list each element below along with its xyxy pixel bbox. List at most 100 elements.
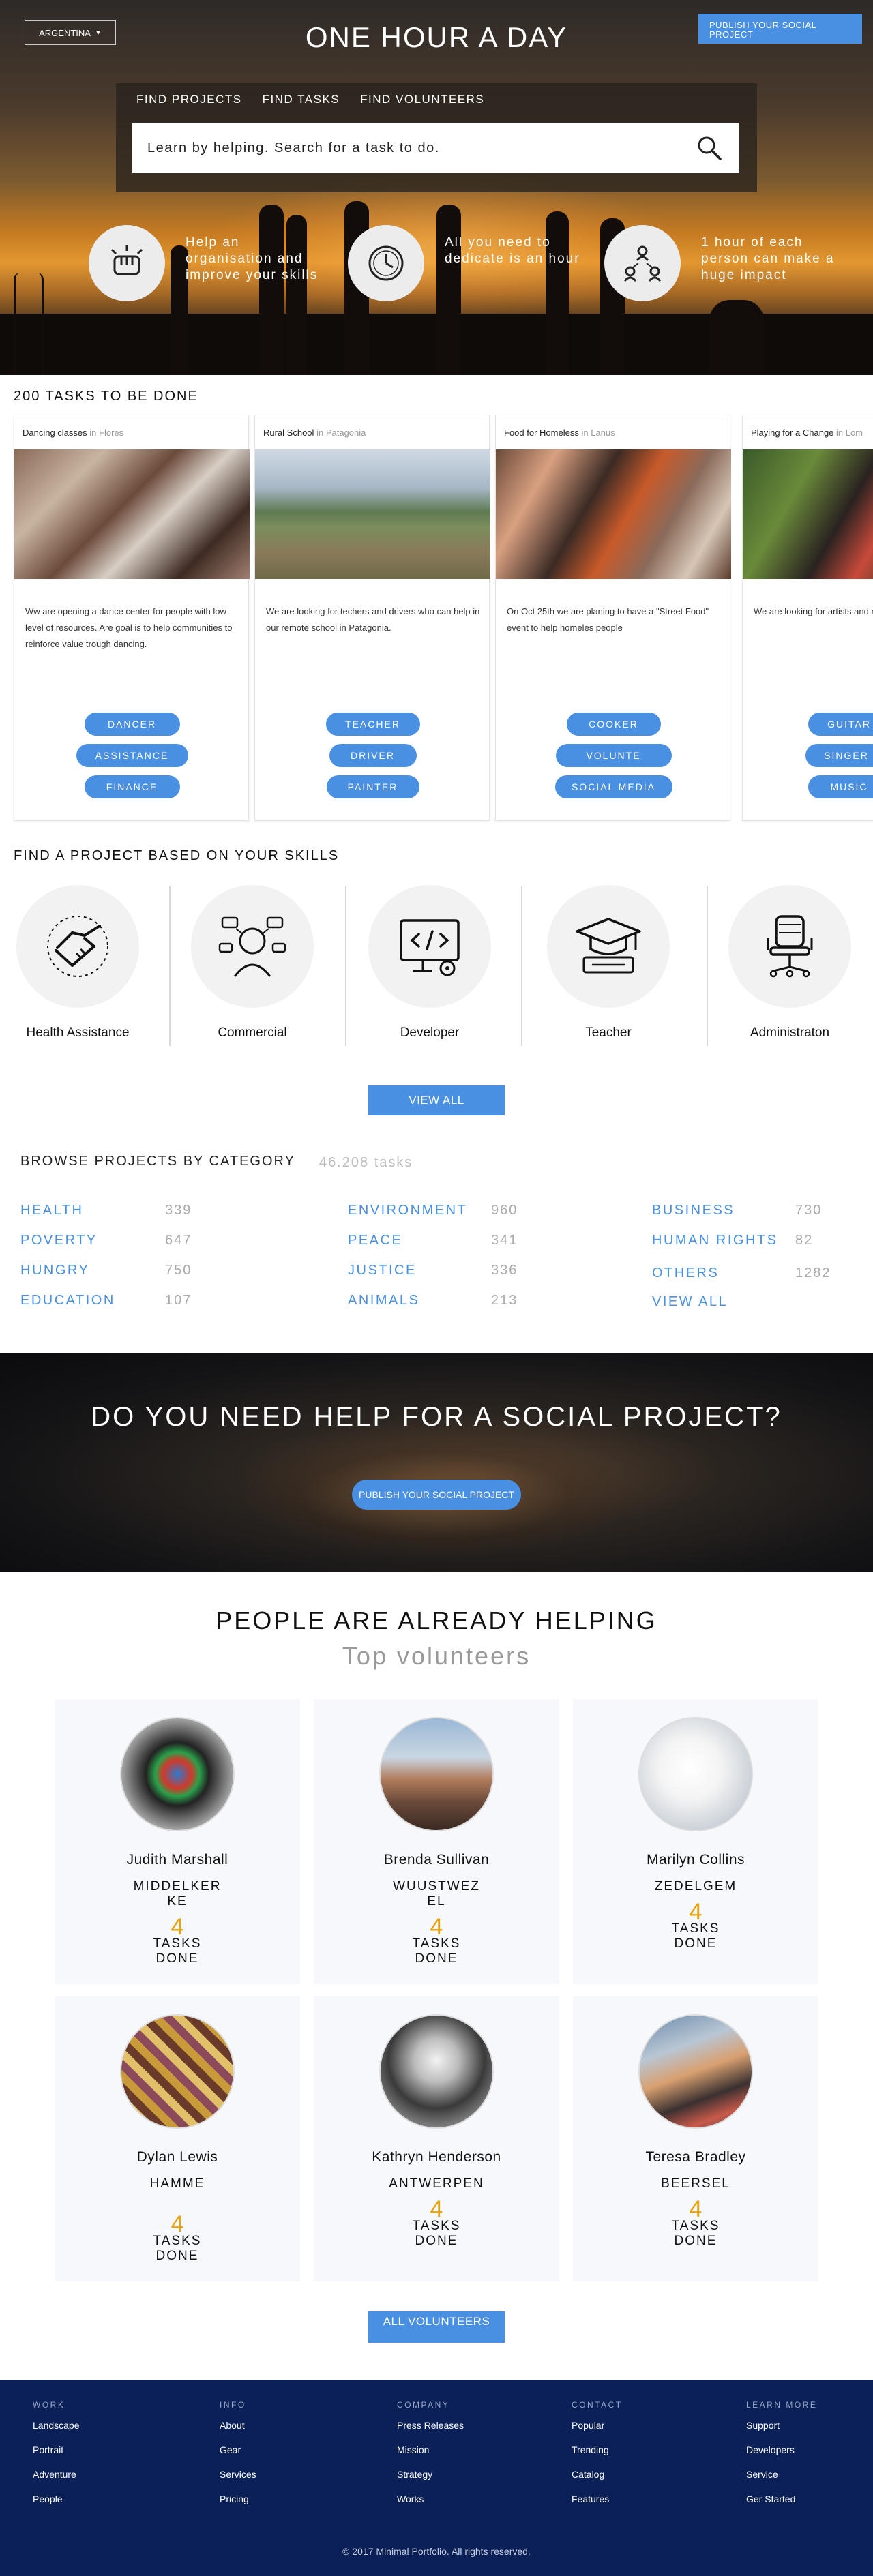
category-justice[interactable]: JUSTICE [348, 1263, 417, 1278]
footer-column-contact: CONTACT Popular Trending Catalog Feature… [572, 2400, 623, 2519]
skill-developer[interactable]: Developer [361, 885, 498, 1040]
publish-project-button[interactable]: PUBLISH YOUR SOCIAL PROJECT [698, 14, 862, 44]
task-tags: TEACHER DRIVER PAINTER [255, 713, 490, 798]
task-card[interactable]: Playing for a Change in Lom We are looki… [742, 415, 873, 821]
skill-teacher[interactable]: Teacher [540, 885, 677, 1040]
category-count: 1282 [795, 1265, 831, 1280]
site-title: ONE HOUR A DAY [305, 21, 568, 53]
footer-link[interactable]: Ger Started [746, 2494, 817, 2504]
divider [345, 886, 346, 1046]
volunteer-card[interactable]: Dylan Lewis HAMME 4 TASKS DONE [55, 1996, 300, 2281]
skill-tag[interactable]: VOLUNTE [555, 744, 672, 767]
footer-heading: WORK [33, 2400, 65, 2410]
skill-commercial[interactable]: Commercial [184, 885, 321, 1040]
footer-link[interactable]: Mission [397, 2445, 464, 2455]
search-button[interactable] [694, 133, 724, 163]
category-business[interactable]: BUSINESS [652, 1203, 735, 1218]
skill-tag[interactable]: DANCER [84, 713, 180, 736]
category-human-rights[interactable]: HUMAN RIGHTS [652, 1233, 778, 1248]
task-name: Dancing classes [23, 428, 87, 438]
footer-link[interactable]: Features [572, 2494, 623, 2504]
search-input[interactable] [147, 140, 694, 156]
publish-project-cta-button[interactable]: PUBLISH YOUR SOCIAL PROJECT [352, 1480, 521, 1510]
footer-link[interactable]: Adventure [33, 2470, 80, 2480]
skill-tag[interactable]: TEACHER [325, 713, 420, 736]
page: ARGENTINA ▼ ONE HOUR A DAY PUBLISH YOUR … [0, 0, 873, 2576]
tasks-done-label: TASKS DONE [153, 1936, 202, 1966]
skill-tag[interactable]: SINGER [805, 744, 873, 767]
volunteer-card[interactable]: Brenda Sullivan WUUSTWEZEL 4 TASKS DONE [314, 1699, 559, 1984]
handshake-fist-icon [89, 225, 165, 301]
skill-tag[interactable]: DRIVER [329, 744, 417, 767]
skill-administration[interactable]: Administraton [722, 885, 858, 1040]
footer-link[interactable]: Press Releases [397, 2421, 464, 2431]
footer-link[interactable]: Works [397, 2494, 464, 2504]
skill-health-assistance[interactable]: Health Assistance [10, 885, 146, 1040]
task-description: On Oct 25th we are planing to have a "St… [507, 606, 709, 633]
category-animals[interactable]: ANIMALS [348, 1293, 419, 1308]
volunteer-card[interactable]: Teresa Bradley BEERSEL 4 TASKS DONE [573, 1996, 818, 2281]
divider [169, 886, 171, 1046]
volunteer-city: MIDDELKERKE [133, 1879, 222, 1908]
salesperson-icon [191, 885, 314, 1008]
view-all-volunteers-button[interactable]: ALL VOLUNTEERS [368, 2311, 505, 2343]
task-card[interactable]: Food for Homeless in Lanus On Oct 25th w… [495, 415, 731, 821]
view-all-skills-button[interactable]: VIEW ALL [368, 1085, 505, 1115]
footer-link[interactable]: People [33, 2494, 80, 2504]
avatar [638, 2014, 753, 2129]
skill-label: Teacher [585, 1025, 632, 1040]
volunteer-card[interactable]: Marilyn Collins ZEDELGEM 4 TASKS DONE [573, 1699, 818, 1984]
category-peace[interactable]: PEACE [348, 1233, 402, 1248]
footer-link[interactable]: Trending [572, 2445, 623, 2455]
category-count: 107 [165, 1293, 192, 1308]
category-others[interactable]: OTHERS [652, 1265, 719, 1281]
footer-link[interactable]: Gear [220, 2445, 256, 2455]
category-education[interactable]: EDUCATION [20, 1293, 115, 1308]
people-network-icon [604, 225, 681, 301]
skill-tag[interactable]: MUSIC [808, 775, 873, 798]
country-label: ARGENTINA [39, 27, 91, 38]
skill-tag[interactable]: FINANCE [84, 775, 180, 798]
tab-find-volunteers[interactable]: FIND VOLUNTEERS [360, 93, 484, 106]
footer-link[interactable]: About [220, 2421, 256, 2431]
category-health[interactable]: HEALTH [20, 1203, 83, 1218]
category-count: 647 [165, 1233, 192, 1248]
tasks-count: 4 [171, 2211, 184, 2237]
footer-link[interactable]: Support [746, 2421, 817, 2431]
footer-link[interactable]: Strategy [397, 2470, 464, 2480]
country-selector[interactable]: ARGENTINA ▼ [25, 20, 116, 45]
skill-tag[interactable]: PAINTER [326, 775, 419, 798]
skill-tag[interactable]: COOKER [566, 713, 661, 736]
skill-tag[interactable]: SOCIAL MEDIA [554, 775, 672, 798]
volunteer-card[interactable]: Judith Marshall MIDDELKERKE 4 TASKS DONE [55, 1699, 300, 1984]
footer-link[interactable]: Service [746, 2470, 817, 2480]
footer-heading: CONTACT [572, 2400, 623, 2410]
footer-link[interactable]: Landscape [33, 2421, 80, 2431]
tab-find-projects[interactable]: FIND PROJECTS [136, 93, 242, 106]
footer-link[interactable]: Catalog [572, 2470, 623, 2480]
hero-section: ARGENTINA ▼ ONE HOUR A DAY PUBLISH YOUR … [0, 0, 873, 375]
footer-link[interactable]: Popular [572, 2421, 623, 2431]
tasks-count: 4 [689, 2196, 702, 2222]
browse-title: BROWSE PROJECTS BY CATEGORY [20, 1154, 295, 1169]
skill-label: Health Assistance [26, 1025, 130, 1040]
footer-link[interactable]: Developers [746, 2445, 817, 2455]
volunteer-card[interactable]: Kathryn Henderson ANTWERPEN 4 TASKS DONE [314, 1996, 559, 2281]
tasks-count: 4 [430, 2196, 443, 2222]
footer-link[interactable]: Portrait [33, 2445, 80, 2455]
view-all-categories-link[interactable]: VIEW ALL [652, 1294, 728, 1310]
footer-link[interactable]: Services [220, 2470, 256, 2480]
tasks-done-label: TASKS DONE [412, 2219, 461, 2248]
task-card[interactable]: Rural School in Patagonia We are looking… [254, 415, 490, 821]
skill-tag[interactable]: GUITAR [808, 713, 873, 736]
task-location-prefix: in [89, 428, 97, 438]
task-tags: DANCER ASSISTANCE FINANCE [14, 713, 250, 798]
task-card[interactable]: Dancing classes in Flores Ww are opening… [14, 415, 250, 821]
skill-tag[interactable]: ASSISTANCE [76, 744, 188, 767]
footer-link[interactable]: Pricing [220, 2494, 256, 2504]
category-environment[interactable]: ENVIRONMENT [348, 1203, 467, 1218]
task-location-prefix: in [316, 428, 324, 438]
tab-find-tasks[interactable]: FIND TASKS [263, 93, 340, 106]
category-hungry[interactable]: HUNGRY [20, 1263, 89, 1278]
category-poverty[interactable]: POVERTY [20, 1233, 98, 1248]
